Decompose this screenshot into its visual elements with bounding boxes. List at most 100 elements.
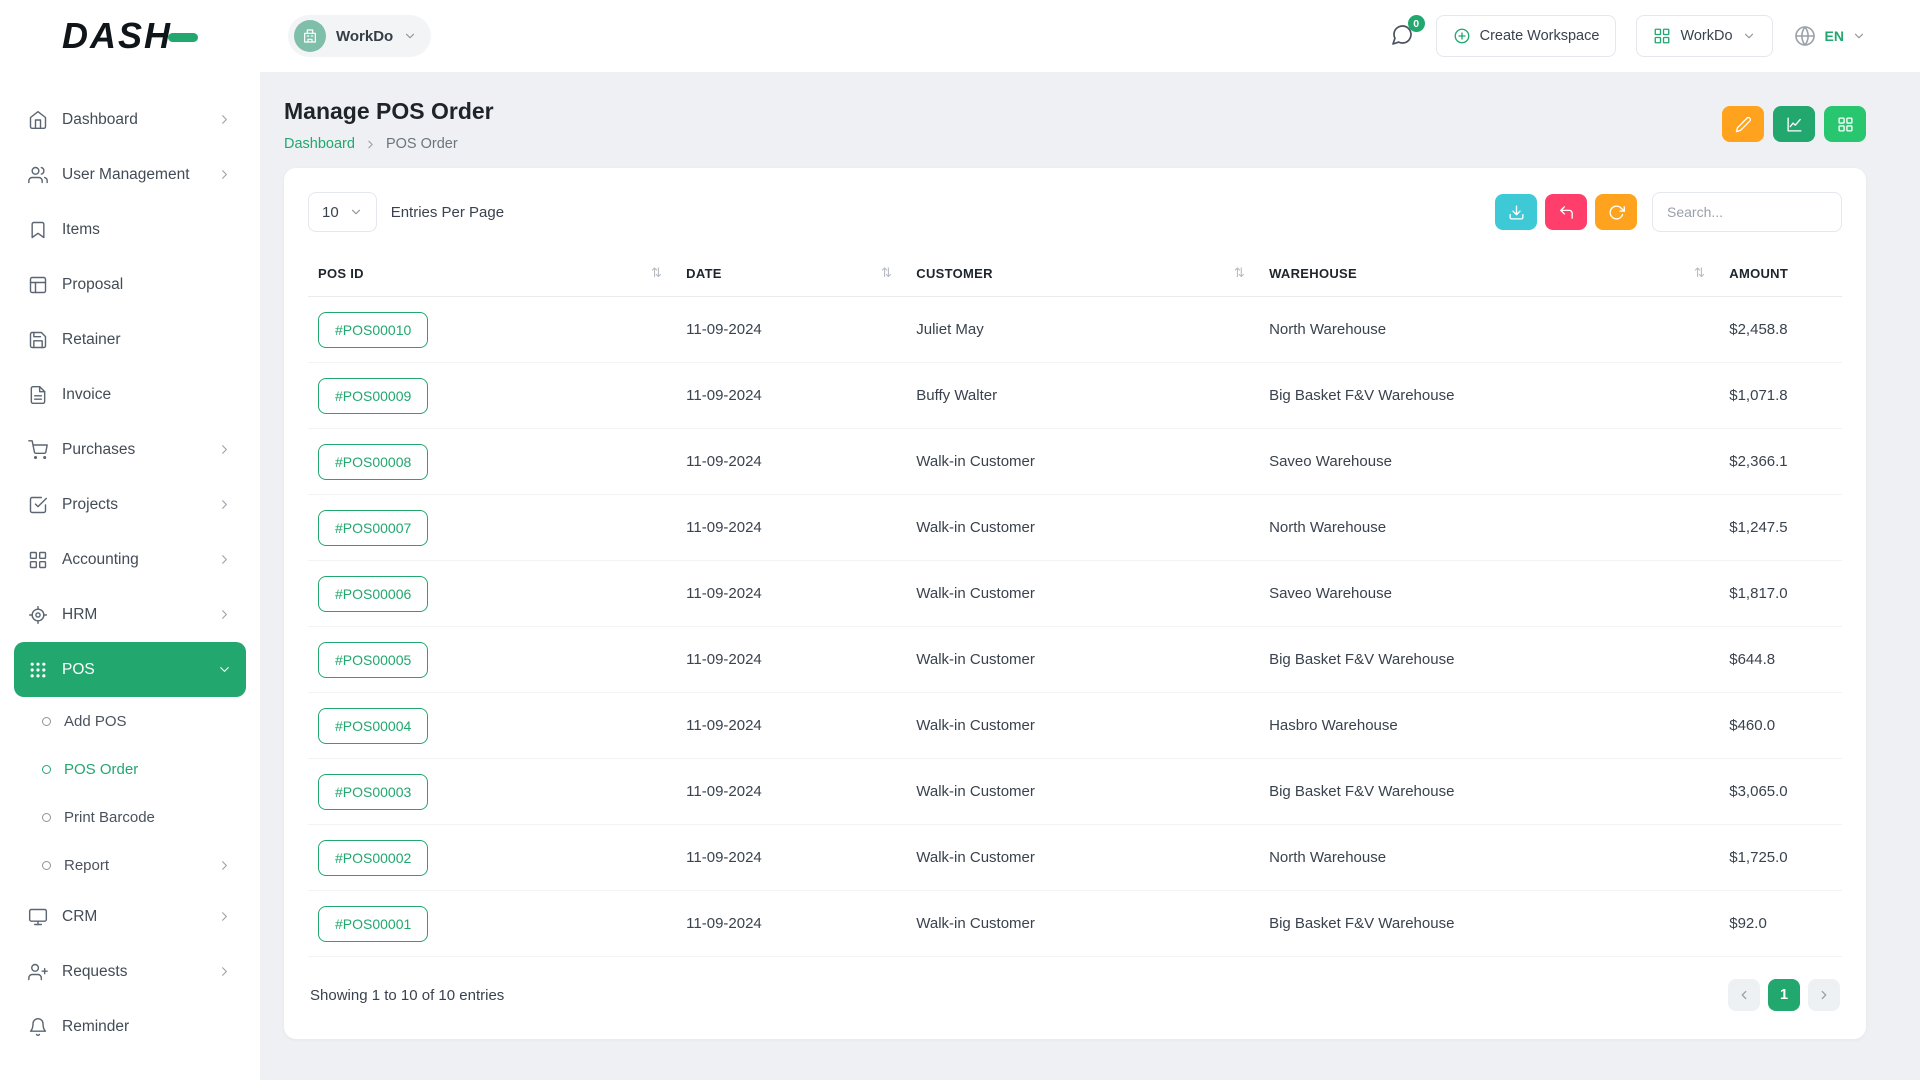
workspace-dropdown-label: WorkDo — [1680, 28, 1732, 44]
chevron-right-icon — [217, 552, 232, 567]
column-label: WAREHOUSE — [1269, 266, 1357, 281]
undo-icon — [1558, 204, 1575, 221]
pagination: 1 — [1728, 979, 1840, 1011]
refresh-button[interactable] — [1595, 194, 1637, 230]
table-row: #POS0000411-09-2024Walk-in CustomerHasbr… — [308, 693, 1842, 759]
sidebar-subitem-report[interactable]: Report — [14, 841, 246, 889]
sidebar-item-retainer[interactable]: Retainer — [14, 312, 246, 367]
column-header-pos-id[interactable]: POS ID ⇅ — [308, 250, 676, 297]
next-page-button[interactable] — [1808, 979, 1840, 1011]
hrm-icon — [28, 605, 48, 625]
sidebar-item-purchases[interactable]: Purchases — [14, 422, 246, 477]
warehouse-name: Big Basket F&V Warehouse — [1259, 363, 1719, 429]
messages-button[interactable]: 0 — [1390, 23, 1416, 49]
reset-filter-button[interactable] — [1545, 194, 1587, 230]
report-button[interactable] — [1773, 106, 1815, 142]
circle-icon — [42, 813, 51, 822]
accounting-icon — [28, 550, 48, 570]
sidebar-item-user-management[interactable]: User Management — [14, 147, 246, 202]
table-row: #POS0000911-09-2024Buffy WalterBig Baske… — [308, 363, 1842, 429]
sort-icon[interactable]: ⇅ — [881, 265, 892, 281]
table-body: #POS0001011-09-2024Juliet MayNorth Wareh… — [308, 297, 1842, 957]
users-icon — [28, 165, 48, 185]
pos-id-button[interactable]: #POS00003 — [318, 774, 428, 810]
table-row: #POS0000111-09-2024Walk-in CustomerBig B… — [308, 891, 1842, 957]
prev-page-button[interactable] — [1728, 979, 1760, 1011]
pos-id-button[interactable]: #POS00009 — [318, 378, 428, 414]
sidebar-item-dashboard[interactable]: Dashboard — [14, 92, 246, 147]
export-button[interactable] — [1495, 194, 1537, 230]
pos-id-button[interactable]: #POS00005 — [318, 642, 428, 678]
table-row: #POS0000311-09-2024Walk-in CustomerBig B… — [308, 759, 1842, 825]
sidebar-item-label: CRM — [62, 908, 203, 926]
column-header-amount[interactable]: AMOUNT — [1719, 250, 1842, 297]
pos-id-button[interactable]: #POS00008 — [318, 444, 428, 480]
chevron-right-icon — [217, 497, 232, 512]
chevron-down-icon — [217, 662, 232, 677]
chevron-down-icon — [1742, 29, 1756, 43]
sidebar-item-accounting[interactable]: Accounting — [14, 532, 246, 587]
crm-icon — [28, 907, 48, 927]
column-header-customer[interactable]: CUSTOMER⇅ — [906, 250, 1259, 297]
customer-name: Walk-in Customer — [906, 561, 1259, 627]
column-header-date[interactable]: DATE⇅ — [676, 250, 906, 297]
chevron-right-icon — [217, 442, 232, 457]
language-code: EN — [1825, 28, 1844, 44]
sidebar-item-requests[interactable]: Requests — [14, 944, 246, 999]
create-workspace-label: Create Workspace — [1480, 28, 1600, 44]
sidebar-item-proposal[interactable]: Proposal — [14, 257, 246, 312]
workspace-chip-label: WorkDo — [336, 28, 393, 45]
sidebar-item-reminder[interactable]: Reminder — [14, 999, 246, 1054]
chevron-right-icon — [364, 138, 377, 151]
sidebar-item-invoice[interactable]: Invoice — [14, 367, 246, 422]
pos-id-button[interactable]: #POS00006 — [318, 576, 428, 612]
sidebar-item-pos[interactable]: POS — [14, 642, 246, 697]
page-1-button[interactable]: 1 — [1768, 979, 1800, 1011]
pos-id-cell: #POS00005 — [308, 627, 676, 693]
grid-view-button[interactable] — [1824, 106, 1866, 142]
pos-id-cell: #POS00006 — [308, 561, 676, 627]
column-label: POS ID — [318, 266, 364, 281]
pos-id-button[interactable]: #POS00007 — [318, 510, 428, 546]
create-workspace-button[interactable]: Create Workspace — [1436, 15, 1617, 57]
sidebar-subitem-add-pos[interactable]: Add POS — [14, 697, 246, 745]
sidebar-subitem-print-barcode[interactable]: Print Barcode — [14, 793, 246, 841]
pos-id-button[interactable]: #POS00004 — [318, 708, 428, 744]
sidebar-item-crm[interactable]: CRM — [14, 889, 246, 944]
app-logo[interactable]: DASH — [0, 0, 260, 72]
download-icon — [1508, 204, 1525, 221]
sort-icon[interactable]: ⇅ — [1234, 265, 1245, 281]
circle-icon — [42, 765, 51, 774]
pos-id-button[interactable]: #POS00001 — [318, 906, 428, 942]
sidebar-item-projects[interactable]: Projects — [14, 477, 246, 532]
table-row: #POS0000611-09-2024Walk-in CustomerSaveo… — [308, 561, 1842, 627]
chevron-left-icon — [1737, 988, 1751, 1002]
pos-id-button[interactable]: #POS00010 — [318, 312, 428, 348]
sidebar-item-label: Invoice — [62, 386, 232, 404]
column-header-warehouse[interactable]: WAREHOUSE ⇅ — [1259, 250, 1719, 297]
pos-id-button[interactable]: #POS00002 — [318, 840, 428, 876]
entries-per-page-select[interactable]: 10 — [308, 192, 377, 232]
search-input[interactable] — [1652, 192, 1842, 232]
plus-circle-icon — [1453, 27, 1471, 45]
workspace-chip[interactable]: WorkDo — [288, 15, 431, 57]
sort-icon[interactable]: ⇅ — [651, 265, 662, 281]
chevron-down-icon — [403, 29, 417, 43]
order-amount: $1,817.0 — [1719, 561, 1842, 627]
sidebar-item-items[interactable]: Items — [14, 202, 246, 257]
language-selector[interactable]: EN — [1793, 24, 1866, 48]
globe-icon — [1793, 24, 1817, 48]
edit-button[interactable] — [1722, 106, 1764, 142]
circle-icon — [42, 861, 51, 870]
workspace-dropdown-button[interactable]: WorkDo — [1636, 15, 1772, 57]
circle-icon — [42, 717, 51, 726]
sidebar-subitem-pos-order[interactable]: POS Order — [14, 745, 246, 793]
table-row: #POS0000811-09-2024Walk-in CustomerSaveo… — [308, 429, 1842, 495]
sidebar-subitem-label: Report — [64, 857, 204, 874]
pos-icon — [28, 660, 48, 680]
breadcrumb-dashboard-link[interactable]: Dashboard — [284, 136, 355, 152]
pos-id-cell: #POS00010 — [308, 297, 676, 363]
sidebar-item-hrm[interactable]: HRM — [14, 587, 246, 642]
main-content: Manage POS Order Dashboard POS Order — [260, 72, 1920, 1080]
sort-icon[interactable]: ⇅ — [1694, 265, 1705, 281]
